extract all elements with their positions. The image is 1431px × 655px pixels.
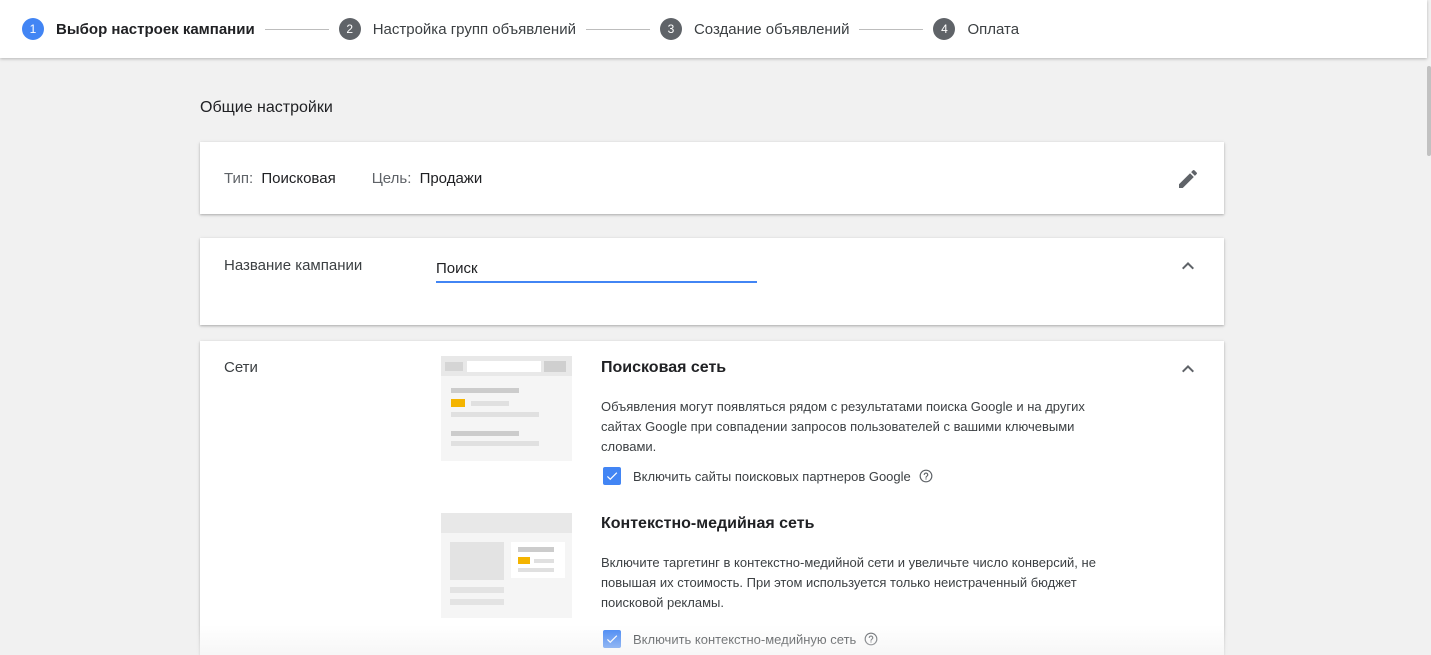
campaign-name-field[interactable]: [436, 256, 757, 283]
chevron-up-icon[interactable]: [1176, 254, 1200, 278]
step-number: 1: [22, 18, 44, 40]
display-network-illustration: [441, 513, 572, 618]
networks-card: Сети Поисковая сеть Объявления могут поя…: [200, 341, 1224, 655]
help-icon[interactable]: [864, 632, 878, 646]
search-partners-checkbox[interactable]: [603, 467, 621, 485]
campaign-stepper: 1 Выбор настроек кампании 2 Настройка гр…: [0, 0, 1427, 58]
help-icon[interactable]: [919, 469, 933, 483]
display-network-label: Включить контекстно-медийную сеть: [633, 631, 857, 647]
checkmark-icon: [606, 472, 618, 481]
chevron-up-icon[interactable]: [1176, 357, 1200, 381]
step-number: 3: [659, 18, 682, 40]
step-payment[interactable]: 4 Оплата: [933, 0, 1019, 58]
type-value: Поисковая: [261, 170, 336, 187]
display-network-title: Контекстно-медийная сеть: [601, 515, 815, 532]
general-summary: Тип: Поисковая Цель: Продажи: [224, 170, 482, 187]
section-title: Общие настройки: [200, 99, 333, 116]
display-network-description: Включите таргетинг в контекстно-медийной…: [601, 555, 1096, 610]
step-connector: [264, 28, 329, 30]
campaign-goal: Цель: Продажи: [372, 170, 483, 187]
step-label: Настройка групп объявлений: [372, 20, 576, 38]
step-connector: [585, 28, 650, 30]
campaign-type: Тип: Поисковая: [224, 170, 336, 187]
step-number: 2: [338, 18, 361, 40]
step-connector: [859, 28, 924, 30]
search-network-description: Объявления могут появляться рядом с резу…: [601, 399, 1085, 454]
display-network-checkbox-row[interactable]: Включить контекстно-медийную сеть: [603, 630, 878, 648]
general-settings-card: Тип: Поисковая Цель: Продажи: [200, 142, 1224, 214]
campaign-name-label: Название кампании: [224, 257, 363, 274]
step-ad-groups[interactable]: 2 Настройка групп объявлений: [338, 0, 576, 58]
campaign-name-input[interactable]: [436, 256, 757, 280]
search-network-illustration: [441, 356, 572, 461]
step-campaign-settings[interactable]: 1 Выбор настроек кампании: [22, 0, 255, 58]
checkmark-icon: [606, 635, 618, 644]
pencil-icon[interactable]: [1176, 167, 1200, 191]
step-label: Создание объявлений: [693, 20, 850, 38]
scrollbar[interactable]: [1427, 0, 1431, 655]
scrollbar-thumb[interactable]: [1427, 66, 1431, 156]
type-key: Тип:: [224, 170, 254, 187]
goal-value: Продажи: [419, 170, 483, 187]
goal-key: Цель:: [371, 170, 412, 187]
search-partners-label: Включить сайты поисковых партнеров Googl…: [633, 468, 911, 484]
search-partners-checkbox-row[interactable]: Включить сайты поисковых партнеров Googl…: [603, 467, 933, 485]
campaign-name-card: Название кампании: [200, 238, 1224, 325]
step-create-ads[interactable]: 3 Создание объявлений: [659, 0, 850, 58]
networks-label: Сети: [224, 359, 258, 376]
step-label: Оплата: [967, 20, 1020, 38]
step-label: Выбор настроек кампании: [56, 20, 255, 38]
step-number: 4: [933, 18, 956, 40]
display-network-checkbox[interactable]: [603, 630, 621, 648]
search-network-title: Поисковая сеть: [601, 359, 727, 376]
